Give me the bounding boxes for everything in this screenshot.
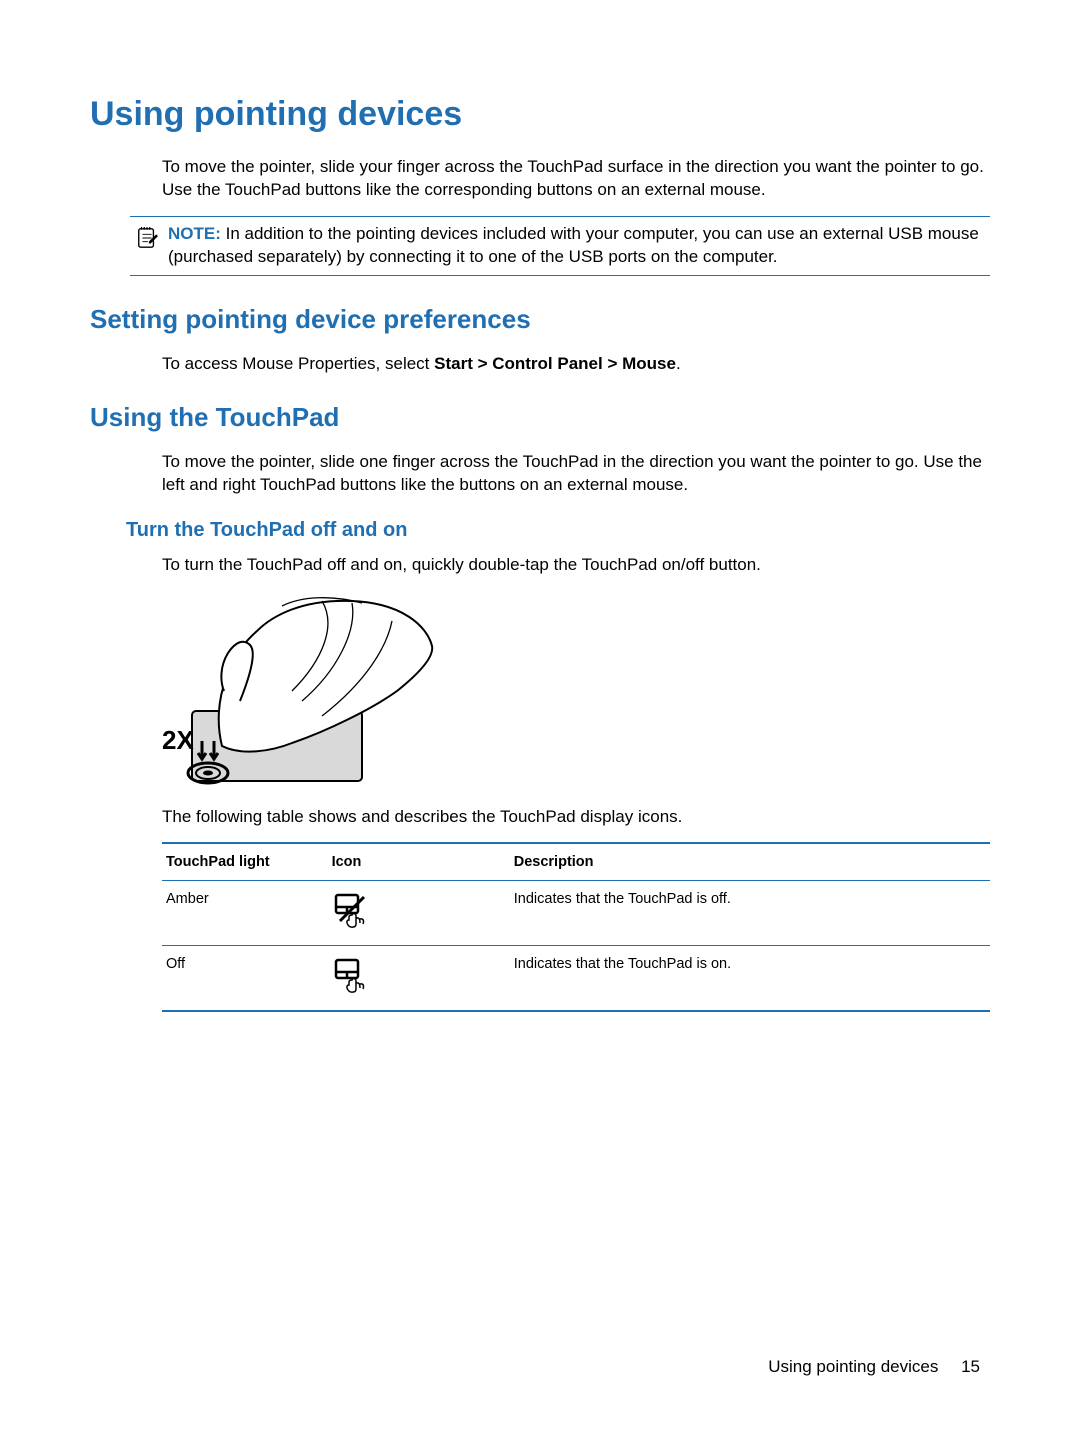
- touchpad-off-icon: [332, 919, 372, 935]
- section-heading-touchpad: Using the TouchPad: [90, 402, 990, 433]
- touchpad-paragraph-1: To move the pointer, slide one finger ac…: [162, 451, 990, 497]
- table-cell-desc: Indicates that the TouchPad is off.: [510, 881, 990, 946]
- table-row: Off Indicates that the TouchPad is on.: [162, 946, 990, 1011]
- touchpad-paragraph-3: The following table shows and describes …: [162, 806, 990, 829]
- table-cell-desc: Indicates that the TouchPad is on.: [510, 946, 990, 1011]
- table-header-icon: Icon: [328, 844, 510, 881]
- pref-text-suffix: .: [676, 354, 681, 373]
- table-header-light: TouchPad light: [162, 844, 328, 881]
- section-heading-preferences: Setting pointing device preferences: [90, 304, 990, 335]
- subsection-heading-onoff: Turn the TouchPad off and on: [126, 519, 990, 542]
- footer-page-number: 15: [961, 1357, 980, 1376]
- note-label: NOTE:: [168, 224, 221, 243]
- note-text: NOTE: In addition to the pointing device…: [168, 223, 990, 269]
- touchpad-paragraph-2: To turn the TouchPad off and on, quickly…: [162, 554, 990, 577]
- pref-text-bold: Start > Control Panel > Mouse: [434, 354, 676, 373]
- table-cell-icon: [328, 946, 510, 1011]
- note-body: In addition to the pointing devices incl…: [168, 224, 979, 266]
- table-cell-icon: [328, 881, 510, 946]
- touchpad-on-icon: [332, 984, 372, 1000]
- preferences-paragraph: To access Mouse Properties, select Start…: [162, 353, 990, 376]
- pref-text-prefix: To access Mouse Properties, select: [162, 354, 434, 373]
- touchpad-double-tap-illustration: 2X: [162, 591, 442, 796]
- page-footer: Using pointing devices 15: [768, 1357, 980, 1377]
- page-title: Using pointing devices: [90, 95, 990, 134]
- footer-section-name: Using pointing devices: [768, 1357, 938, 1376]
- table-header-row: TouchPad light Icon Description: [162, 844, 990, 881]
- illustration-2x-label: 2X: [162, 725, 194, 755]
- table-cell-light: Amber: [162, 881, 328, 946]
- intro-paragraph: To move the pointer, slide your finger a…: [162, 156, 990, 202]
- table-header-desc: Description: [510, 844, 990, 881]
- table-cell-light: Off: [162, 946, 328, 1011]
- touchpad-icons-table: TouchPad light Icon Description Amber: [162, 842, 990, 1012]
- table-row: Amber Indicates that the TouchPad is off…: [162, 881, 990, 946]
- note-icon: [136, 223, 158, 256]
- note-callout: NOTE: In addition to the pointing device…: [130, 216, 990, 276]
